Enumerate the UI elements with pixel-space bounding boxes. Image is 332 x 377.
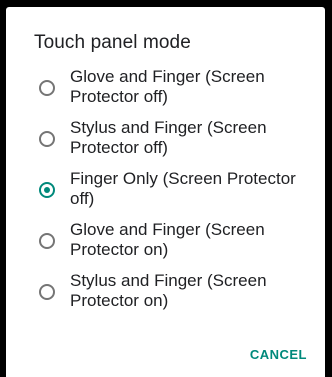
- option-label: Glove and Finger (Screen Protector on): [70, 220, 265, 259]
- option-label: Stylus and Finger (Screen Protector on): [70, 271, 267, 310]
- radio-button-unchecked[interactable]: [39, 131, 55, 147]
- touch-panel-mode-dialog: Touch panel mode Glove and Finger (Scree…: [6, 7, 325, 377]
- radio-button-unchecked[interactable]: [39, 284, 55, 300]
- option-stylus-finger-protector-off[interactable]: Stylus and Finger (Screen Protector off): [6, 114, 325, 165]
- option-finger-only-protector-off[interactable]: Finger Only (Screen Protector off): [6, 165, 325, 216]
- option-glove-finger-protector-off[interactable]: Glove and Finger (Screen Protector off): [6, 63, 325, 114]
- radio-button-checked[interactable]: [39, 182, 55, 198]
- option-glove-finger-protector-on[interactable]: Glove and Finger (Screen Protector on): [6, 216, 325, 267]
- option-label: Glove and Finger (Screen Protector off): [70, 67, 265, 106]
- option-label: Finger Only (Screen Protector off): [70, 169, 296, 208]
- radio-button-unchecked[interactable]: [39, 233, 55, 249]
- radio-group: Glove and Finger (Screen Protector off) …: [6, 63, 325, 318]
- dialog-title: Touch panel mode: [34, 32, 191, 53]
- option-stylus-finger-protector-on[interactable]: Stylus and Finger (Screen Protector on): [6, 267, 325, 318]
- option-label: Stylus and Finger (Screen Protector off): [70, 118, 267, 157]
- radio-button-unchecked[interactable]: [39, 80, 55, 96]
- cancel-button[interactable]: CANCEL: [246, 345, 311, 364]
